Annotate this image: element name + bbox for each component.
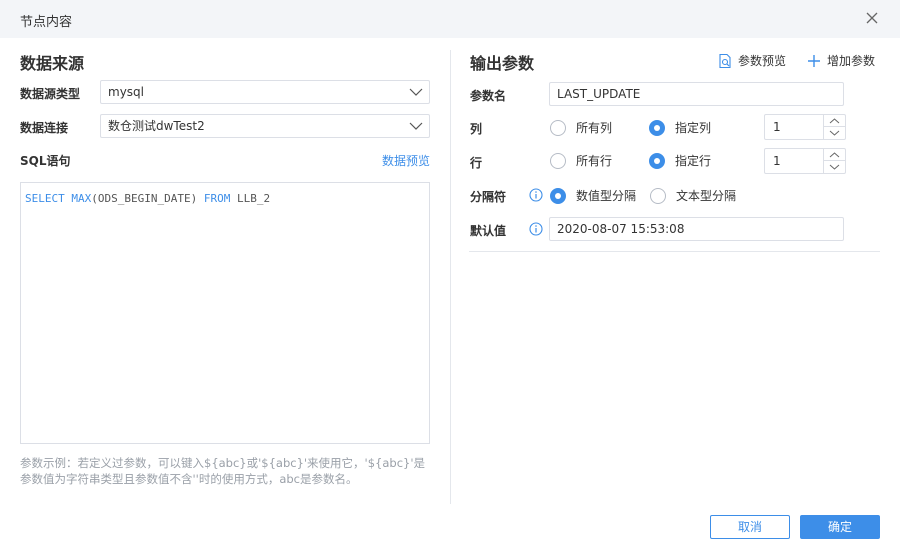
sql-keyword-from: FROM — [203, 192, 231, 205]
radio-circle-checked[interactable] — [649, 152, 665, 169]
dialog-header: 节点内容 — [0, 0, 900, 38]
param-preview-button[interactable]: 参数预览 — [717, 52, 786, 69]
col-specify-radio[interactable]: 指定列 — [649, 119, 711, 136]
source-type-label: 数据源类型 — [20, 87, 81, 101]
chevron-down-icon — [409, 88, 423, 96]
default-value-label: 默认值 — [470, 224, 507, 238]
params-divider — [469, 251, 880, 252]
info-icon[interactable] — [529, 188, 543, 202]
connection-value: 数仓测试dwTest2 — [108, 119, 205, 133]
col-value[interactable]: 1 — [773, 120, 781, 134]
param-hint: 参数示例：若定义过参数，可以键入${abc}或'${abc}'来使用它，'${a… — [20, 456, 426, 486]
chevron-down-icon — [829, 130, 840, 136]
row-label: 行 — [470, 156, 483, 170]
param-name-value: LAST_UPDATE — [557, 87, 641, 101]
row-value[interactable]: 1 — [773, 154, 781, 168]
row-specify-label: 指定行 — [675, 154, 712, 168]
info-icon[interactable] — [529, 222, 543, 236]
ok-button[interactable]: 确定 — [800, 515, 880, 539]
default-value-text: 2020-08-07 15:53:08 — [557, 222, 685, 236]
radio-circle[interactable] — [650, 187, 666, 204]
default-value-input[interactable]: 2020-08-07 15:53:08 — [549, 217, 844, 241]
close-icon[interactable] — [864, 10, 880, 26]
dialog-title: 节点内容 — [20, 15, 73, 30]
connection-select[interactable]: 数仓测试dwTest2 — [100, 114, 430, 138]
row-specify-radio[interactable]: 指定行 — [649, 152, 711, 169]
row-all-radio[interactable]: 所有行 — [550, 152, 612, 169]
row-stepper[interactable]: 1 — [764, 148, 846, 174]
source-type-select[interactable]: mysql — [100, 80, 430, 104]
chevron-down-icon — [409, 122, 423, 130]
plus-icon — [808, 54, 820, 67]
decrement-button[interactable] — [824, 161, 845, 173]
sql-function: MAX — [71, 192, 92, 205]
connection-label: 数据连接 — [20, 121, 69, 135]
row-all-label: 所有行 — [576, 154, 613, 168]
separator-label: 分隔符 — [470, 190, 507, 204]
radio-circle-checked[interactable] — [550, 187, 566, 204]
chevron-down-icon — [829, 164, 840, 170]
increment-button[interactable] — [824, 115, 845, 127]
stepper-buttons — [823, 149, 845, 173]
param-preview-label: 参数预览 — [738, 54, 787, 68]
output-params-title: 输出参数 — [470, 54, 535, 73]
param-name-input[interactable]: LAST_UPDATE — [549, 82, 844, 106]
chevron-up-icon — [829, 118, 840, 124]
stepper-buttons — [823, 115, 845, 139]
col-all-label: 所有列 — [576, 121, 613, 135]
sql-code[interactable]: SELECT MAX(ODS_BEGIN_DATE) FROM LLB_2 — [25, 192, 270, 205]
col-stepper[interactable]: 1 — [764, 114, 846, 140]
column-divider — [450, 50, 451, 504]
cancel-button[interactable]: 取消 — [710, 515, 790, 539]
radio-circle[interactable] — [550, 119, 566, 136]
sql-label: SQL语句 — [20, 154, 71, 168]
sql-argument: (ODS_BEGIN_DATE) — [91, 192, 198, 205]
separator-text-label: 文本型分隔 — [676, 189, 737, 203]
add-param-label: 增加参数 — [827, 54, 876, 68]
radio-circle[interactable] — [550, 152, 566, 169]
chevron-up-icon — [829, 152, 840, 158]
separator-numeric-radio[interactable]: 数值型分隔 — [550, 187, 636, 204]
separator-numeric-label: 数值型分隔 — [576, 189, 637, 203]
sql-table: LLB_2 — [236, 192, 271, 205]
add-param-button[interactable]: 增加参数 — [806, 52, 875, 69]
sql-keyword-select: SELECT — [25, 192, 65, 205]
col-specify-label: 指定列 — [675, 121, 712, 135]
separator-text-radio[interactable]: 文本型分隔 — [650, 187, 736, 204]
data-source-title: 数据来源 — [20, 54, 85, 73]
sql-editor[interactable]: SELECT MAX(ODS_BEGIN_DATE) FROM LLB_2 — [20, 182, 430, 444]
increment-button[interactable] — [824, 149, 845, 161]
param-name-label: 参数名 — [470, 89, 507, 103]
radio-circle-checked[interactable] — [649, 119, 665, 136]
col-all-radio[interactable]: 所有列 — [550, 119, 612, 136]
data-preview-link[interactable]: 数据预览 — [382, 152, 430, 169]
decrement-button[interactable] — [824, 127, 845, 139]
document-preview-icon — [719, 53, 731, 68]
source-type-value: mysql — [108, 85, 144, 99]
col-label: 列 — [470, 122, 483, 136]
